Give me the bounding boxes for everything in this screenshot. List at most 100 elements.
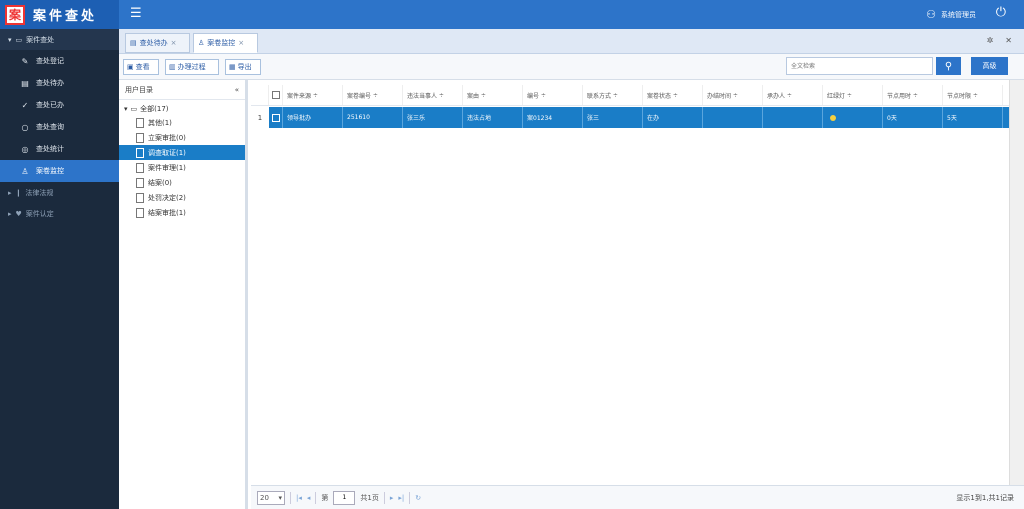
- power-icon[interactable]: ⏻: [996, 5, 1006, 20]
- column-header-label: 红绿灯: [827, 92, 846, 100]
- column-header-label: 联系方式: [587, 92, 612, 100]
- tree-node[interactable]: 处罚决定(2): [119, 190, 245, 205]
- column-header[interactable]: 案卷编号 ÷: [343, 85, 403, 105]
- close-icon[interactable]: ×: [171, 39, 177, 47]
- export-button-label: 导出: [237, 63, 252, 71]
- column-header[interactable]: 案由 ÷: [463, 85, 523, 105]
- column-header[interactable]: 案件来源 ÷: [283, 85, 343, 105]
- vertical-scrollbar[interactable]: [1009, 80, 1024, 485]
- tree-node[interactable]: 案件审理(1): [119, 160, 245, 175]
- table-row[interactable]: 1 领导批办 251610 张三乐 违法占地 案01234 张三 在办 0天 5…: [251, 107, 1009, 128]
- tree-node[interactable]: 其他(1): [119, 115, 245, 130]
- row-checkbox[interactable]: [269, 107, 283, 128]
- pagination-bar: 20 ▾ |◂ ◂ 第 共1页 ▸ ▸| ↻ 显示1到1,共1记录: [251, 485, 1024, 509]
- book-icon: ❙: [15, 188, 22, 197]
- column-header[interactable]: 节点时限 ÷: [943, 85, 1003, 105]
- table-cell: 领导批办: [283, 107, 343, 128]
- tab-todo[interactable]: ▤ 查处待办 ×: [125, 33, 190, 53]
- sidebar-item-query[interactable]: ○ 查处查询: [0, 116, 119, 138]
- list-icon: ▤: [21, 78, 29, 88]
- tree-node[interactable]: 立案审批(0): [119, 130, 245, 145]
- sidebar-item-monitor[interactable]: ♙ 案卷监控: [0, 160, 119, 182]
- heart-icon: ♥: [15, 209, 22, 218]
- close-all-icon[interactable]: ✕: [1005, 36, 1012, 45]
- refresh-icon[interactable]: ✲: [987, 36, 994, 45]
- process-button-label: 办理过程: [177, 63, 206, 71]
- close-icon[interactable]: ×: [238, 39, 244, 47]
- document-icon: [136, 192, 144, 203]
- process-button[interactable]: ▥ 办理过程: [165, 59, 219, 75]
- sidebar-item-done[interactable]: ✓ 查处已办: [0, 94, 119, 116]
- refresh-icon[interactable]: ↻: [415, 494, 421, 502]
- user-menu[interactable]: ⚇ 系统管理员: [926, 8, 976, 21]
- view-button[interactable]: ▣ 查看: [123, 59, 159, 75]
- tree-node-label: 立案审批(0): [148, 133, 186, 142]
- directory-tree-panel: 用户目录 « ▾ ▭ 全部(17) 其他(1) 立案审批(0) 调查取证(1) …: [119, 80, 248, 509]
- checkbox-icon: [272, 91, 280, 99]
- sidebar-item-label: 查处统计: [36, 145, 64, 153]
- page-number-input[interactable]: [333, 490, 356, 505]
- table-cell: 5天: [943, 107, 1003, 128]
- select-all-checkbox[interactable]: [269, 85, 283, 105]
- chevron-down-icon: ▾: [278, 493, 282, 502]
- first-page-icon[interactable]: |◂: [296, 494, 302, 502]
- logo-area: 案 案件查处: [0, 0, 119, 29]
- view-button-label: 查看: [135, 63, 150, 71]
- table-cell: 在办: [643, 107, 703, 128]
- user-icon: ♙: [21, 166, 29, 176]
- sidebar-item-stats[interactable]: ◎ 查处统计: [0, 138, 119, 160]
- table-cell: 0天: [883, 107, 943, 128]
- column-header-label: 承办人: [767, 92, 786, 100]
- tab-monitor[interactable]: ♙ 案卷监控 ×: [193, 33, 258, 53]
- sidebar-item-label: 查处查询: [36, 123, 64, 131]
- flow-icon: ▥: [169, 63, 176, 71]
- search-button[interactable]: ⚲: [936, 57, 961, 75]
- sidebar-item-label: 案卷监控: [36, 167, 64, 175]
- tree-node[interactable]: 调查取证(1): [119, 145, 245, 160]
- search-icon: ⚲: [944, 60, 953, 72]
- tree-title: 用户目录: [125, 85, 153, 94]
- tree-root[interactable]: ▾ ▭ 全部(17): [119, 103, 245, 115]
- tree-node[interactable]: 结案审批(1): [119, 205, 245, 220]
- folder-icon: ▭: [15, 35, 23, 44]
- advanced-search-button[interactable]: 高级: [971, 57, 1008, 75]
- sidebar-group-laws[interactable]: ▸ ❙ 法律法规: [0, 182, 119, 203]
- column-header[interactable]: 违法当事人 ÷: [403, 85, 463, 105]
- app-window: 案 案件查处 ☰ ⚇ 系统管理员 ⏻ ▾ ▭ 案件查处 ✎ 查处登记 ▤ 查处待…: [0, 0, 1024, 509]
- sidebar-group-case-handling[interactable]: ▾ ▭ 案件查处: [0, 29, 119, 50]
- row-number: 1: [257, 113, 263, 122]
- document-icon: [136, 117, 144, 128]
- sidebar-group-determination[interactable]: ▸ ♥ 案件认定: [0, 203, 119, 224]
- tab-label: 查处待办: [139, 39, 168, 47]
- menu-toggle-icon[interactable]: ☰: [130, 6, 142, 21]
- next-page-icon[interactable]: ▸: [390, 494, 394, 502]
- prev-page-icon[interactable]: ◂: [307, 494, 311, 502]
- column-header[interactable]: 节点用时 ÷: [883, 85, 943, 105]
- search-input[interactable]: [786, 57, 933, 75]
- column-header[interactable]: 编号 ÷: [523, 85, 583, 105]
- row-number-header: [251, 85, 269, 105]
- divider: [383, 491, 385, 504]
- column-header[interactable]: 承办人 ÷: [763, 85, 823, 105]
- column-header[interactable]: 案卷状态 ÷: [643, 85, 703, 105]
- document-icon: [136, 132, 144, 143]
- export-button[interactable]: ▦ 导出: [225, 59, 261, 75]
- sidebar-item-register[interactable]: ✎ 查处登记: [0, 50, 119, 72]
- chevron-right-icon: ▸: [8, 209, 12, 218]
- pager-info: 显示1到1,共1记录: [956, 494, 1014, 502]
- column-header[interactable]: 办结时间 ÷: [703, 85, 763, 105]
- page-size-select[interactable]: 20 ▾: [257, 490, 285, 505]
- last-page-icon[interactable]: ▸|: [398, 494, 404, 502]
- table-row-body[interactable]: 领导批办 251610 张三乐 违法占地 案01234 张三 在办 0天 5天: [269, 107, 1009, 128]
- list-icon: ▤: [130, 39, 137, 47]
- sidebar-group-label: 法律法规: [25, 188, 54, 197]
- collapse-panel-icon[interactable]: «: [235, 86, 239, 94]
- column-header-label: 办结时间: [707, 92, 732, 100]
- column-header[interactable]: 联系方式 ÷: [583, 85, 643, 105]
- sidebar-item-todo[interactable]: ▤ 查处待办: [0, 72, 119, 94]
- tabs-bar: ▤ 查处待办 × ♙ 案卷监控 × ✲ ✕: [119, 29, 1024, 54]
- column-header[interactable]: 红绿灯 ÷: [823, 85, 883, 105]
- table-cell: 251610: [343, 107, 403, 128]
- tree-node-label: 结案(0): [148, 178, 172, 187]
- tree-node[interactable]: 结案(0): [119, 175, 245, 190]
